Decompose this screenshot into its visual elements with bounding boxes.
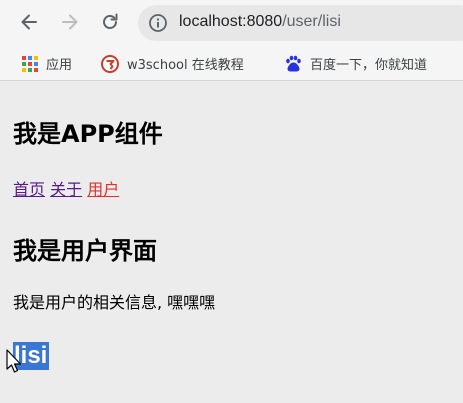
browser-toolbar: localhost:8080/user/lisi (0, 0, 463, 46)
baidu-paw-icon (286, 55, 301, 71)
forward-arrow-icon (62, 14, 78, 30)
router-nav: 首页 关于 用户 (13, 176, 119, 200)
reload-icon (103, 13, 118, 29)
bookmark-label: 百度一下，你就知道 (310, 58, 428, 73)
mouse-cursor-icon (6, 349, 22, 373)
url-text[interactable]: localhost:8080/user/lisi (179, 13, 341, 31)
app-title: 我是APP组件 (13, 120, 163, 148)
bookmark-label: w3school 在线教程 (127, 58, 244, 73)
bookmark-w3school[interactable]: w3school 在线教程 (101, 54, 244, 73)
bookmarks-bar: 应用 w3school 在线教程 百度一下，你就知道 (0, 46, 463, 81)
bookmark-label: 应用 (46, 58, 73, 73)
forward-button[interactable] (57, 9, 83, 35)
back-button[interactable] (16, 9, 42, 35)
url-path: /user/lisi (282, 13, 341, 30)
address-bar[interactable]: localhost:8080/user/lisi (138, 5, 463, 41)
nav-link-user[interactable]: 用户 (87, 180, 119, 199)
user-info-text: 我是用户的相关信息, 嘿嘿嘿 (13, 293, 216, 312)
bookmark-baidu[interactable]: 百度一下，你就知道 (284, 54, 427, 73)
user-heading: 我是用户界面 (13, 237, 157, 265)
nav-link-home[interactable]: 首页 (13, 180, 45, 199)
nav-link-about[interactable]: 关于 (50, 180, 82, 199)
back-arrow-icon (21, 14, 37, 30)
info-icon[interactable] (148, 13, 168, 33)
apps-grid-icon (22, 55, 38, 72)
url-host: localhost:8080 (179, 13, 283, 30)
w3school-logo-icon (101, 54, 119, 73)
bookmark-apps[interactable]: 应用 (22, 54, 72, 73)
reload-button[interactable] (97, 9, 123, 35)
